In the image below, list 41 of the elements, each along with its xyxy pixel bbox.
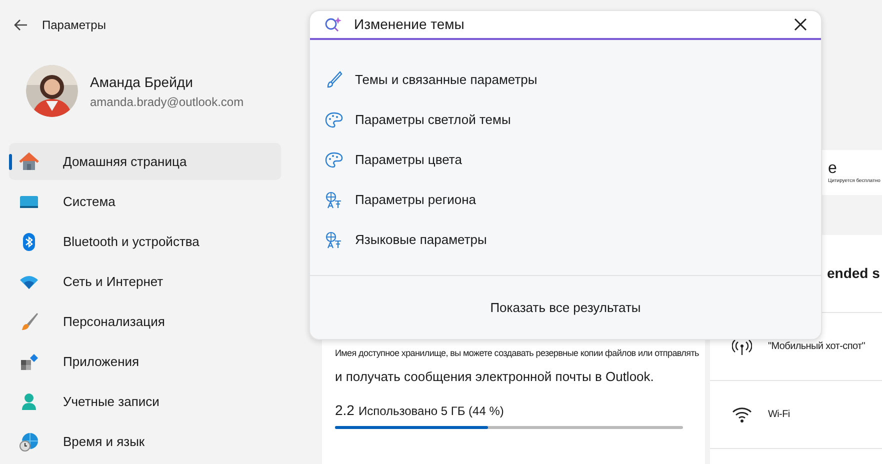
storage-amount: 2.2 (335, 401, 354, 420)
wifi-icon (732, 404, 752, 424)
sidebar-item[interactable]: Персонализация (9, 303, 281, 340)
sparkle-search-icon (324, 16, 342, 34)
back-arrow-icon[interactable] (14, 19, 28, 31)
search-result[interactable]: Языковые параметры (325, 220, 495, 260)
show-all-results-link[interactable]: Показать все результаты (490, 298, 641, 318)
globe-clock-icon (19, 432, 39, 452)
description-text: и получать сообщения электронной почты в Outlook. (335, 368, 655, 386)
sidebar-item[interactable]: Время и язык (9, 423, 281, 460)
apps-icon (19, 352, 39, 372)
section-title: ended s (827, 264, 880, 283)
storage-usage: Использовано 5 ГБ (44 %) (358, 403, 504, 420)
home-icon (19, 152, 39, 172)
selection-indicator (9, 154, 12, 170)
close-icon[interactable] (794, 18, 807, 31)
search-value: Изменение темы (354, 15, 466, 34)
search-field[interactable]: Изменение темы (310, 11, 821, 40)
search-result[interactable]: Параметры цвета (325, 140, 470, 180)
sidebar-item[interactable]: Приложения (9, 343, 281, 380)
search-result[interactable]: Параметры светлой темы (325, 100, 519, 140)
person-icon (19, 392, 39, 412)
sidebar-item[interactable]: Система (9, 183, 281, 220)
paintbrush-icon (19, 312, 39, 332)
search-result[interactable]: Параметры региона (325, 180, 484, 220)
sidebar-item[interactable]: Сеть и Интернет (9, 263, 281, 300)
description-text: Имея доступное хранилище, вы можете создавать резервные копии файлов или отправлять (335, 347, 699, 360)
palette-icon (325, 111, 343, 129)
sidebar-item[interactable]: Bluetooth и устройства (9, 223, 281, 260)
sidebar-item[interactable]: Домашняя страница (9, 143, 281, 180)
user-name: Аманда Брейди (90, 72, 194, 92)
user-email: amanda.brady@outlook.com (90, 94, 244, 110)
palette-icon (325, 151, 343, 169)
sidebar-item[interactable]: Учетные записи (9, 383, 281, 420)
paintbrush-icon (325, 71, 343, 89)
language-icon (325, 231, 343, 249)
window-title: Параметры (42, 17, 106, 34)
language-icon (325, 191, 343, 209)
search-result[interactable]: Темы и связанные параметры (325, 60, 546, 100)
card-title: e (828, 160, 838, 178)
recommended-item[interactable]: Wi-Fi (710, 381, 882, 449)
